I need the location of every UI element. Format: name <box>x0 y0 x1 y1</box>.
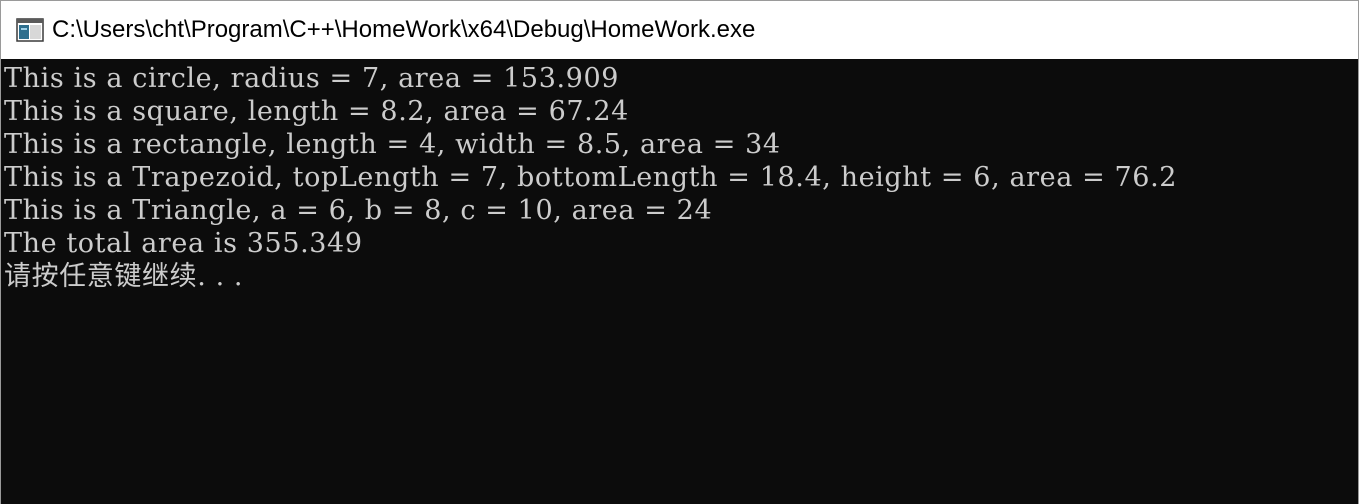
window-title: C:\Users\cht\Program\C++\HomeWork\x64\De… <box>52 16 756 43</box>
console-window: C:\Users\cht\Program\C++\HomeWork\x64\De… <box>0 0 1359 504</box>
output-line-rectangle: This is a rectangle, length = 4, width =… <box>4 129 781 160</box>
output-line-triangle: This is a Triangle, a = 6, b = 8, c = 10… <box>4 195 713 226</box>
output-line-trapezoid: This is a Trapezoid, topLength = 7, bott… <box>4 162 1178 193</box>
title-bar[interactable]: C:\Users\cht\Program\C++\HomeWork\x64\De… <box>1 1 1358 59</box>
console-app-icon <box>16 18 44 42</box>
console-output[interactable]: This is a circle, radius = 7, area = 153… <box>1 59 1358 504</box>
output-line-circle: This is a circle, radius = 7, area = 153… <box>4 63 620 94</box>
output-line-total-area: The total area is 355.349 <box>4 228 363 259</box>
output-line-square: This is a square, length = 8.2, area = 6… <box>4 96 629 127</box>
press-any-key-prompt: 请按任意键继续. . . <box>4 261 244 292</box>
